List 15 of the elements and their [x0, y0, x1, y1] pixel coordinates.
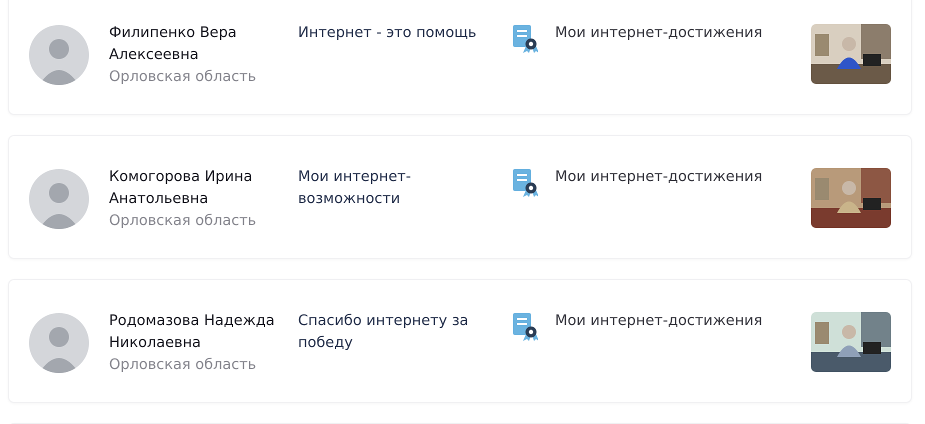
category-label: Мои интернет-достижения	[555, 168, 764, 187]
author-region: Орловская область	[109, 68, 258, 87]
author-name: Филипенко Вера Алексеевна	[109, 24, 238, 65]
author-region: Орловская область	[109, 356, 258, 375]
certificate-icon	[512, 168, 538, 198]
category-label: Мои интернет-достижения	[555, 312, 764, 331]
category-label: Мои интернет-достижения	[555, 24, 764, 43]
work-title[interactable]: Мои интернет-возможности	[298, 166, 493, 210]
work-title[interactable]: Интернет - это помощь	[298, 22, 493, 44]
certificate-icon	[512, 24, 538, 54]
work-title[interactable]: Спасибо интернету за победу	[298, 310, 493, 354]
certificate-icon	[512, 312, 538, 342]
author-region: Орловская область	[109, 212, 258, 231]
author-name: Комогорова Ирина Анатольевна	[109, 168, 254, 209]
author-name: Родомазова Надежда Николаевна	[109, 312, 276, 353]
